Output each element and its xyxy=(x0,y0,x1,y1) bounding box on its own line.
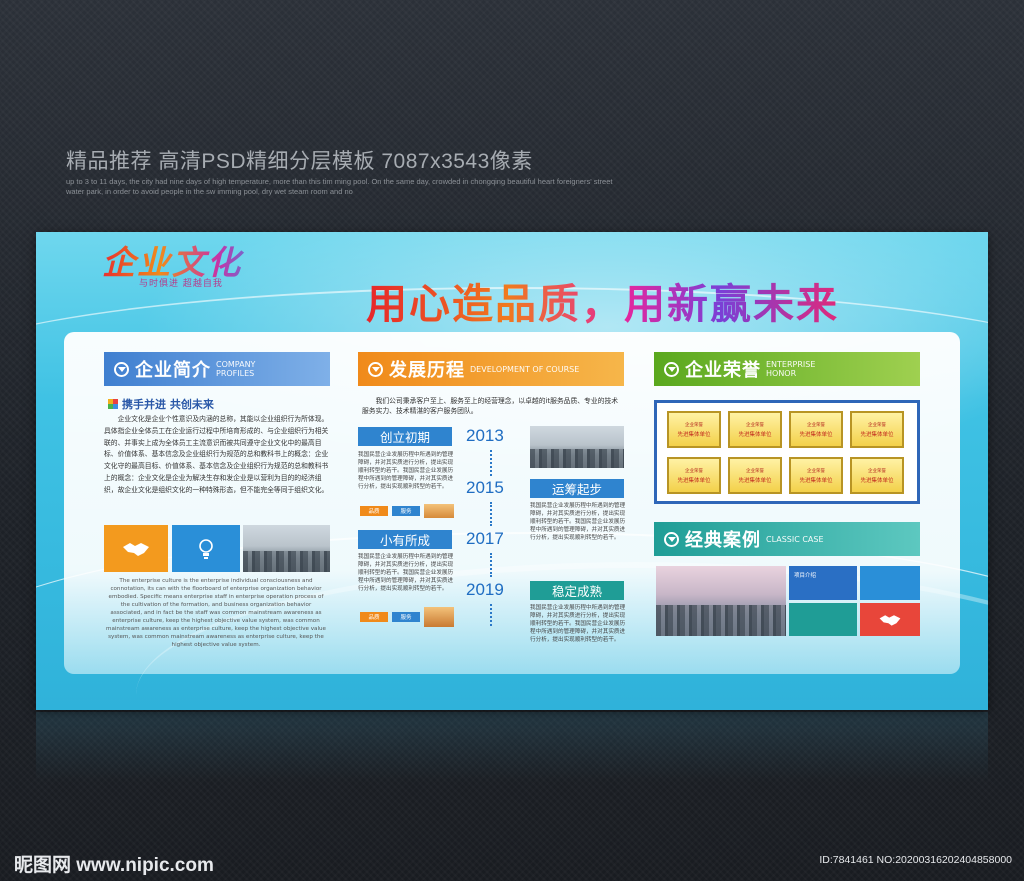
section-title-en: ENTERPRISE HONOR xyxy=(766,360,816,378)
milestone-blurb: 我国民营企业发展历程中所遇到的管理障碍，并对其实质进行分析，提出实现顺利转型的若… xyxy=(530,605,626,643)
chevron-down-icon xyxy=(664,531,679,547)
city-photo xyxy=(530,426,624,468)
profile-subtitle: 携手并进 共创未来 xyxy=(108,396,214,412)
chevron-down-icon xyxy=(664,361,679,377)
milestone-blurb: 我国民营企业发展历程中所遇到的管理障碍，并对其实质进行分析，提出实现顺利转型的若… xyxy=(530,503,626,541)
image-id: ID:7841461 NO:20200316202404858000 xyxy=(819,854,1012,866)
case-handshake-tile xyxy=(860,603,920,636)
quality-chip: 品质 xyxy=(360,506,388,516)
milestone-label: 小有所成 xyxy=(358,530,452,549)
section-title: 企业简介 xyxy=(135,360,211,381)
logo-tagline: 与时俱进 超越自我 xyxy=(139,279,223,289)
certificate: 企业荣誉 先进集体单位 xyxy=(789,411,843,448)
certificate: 企业荣誉 先进集体单位 xyxy=(728,411,782,448)
case-teal-tile xyxy=(789,603,857,636)
timeline-connector xyxy=(490,502,492,526)
section-title-en: DEVELOPMENT OF COURSE xyxy=(470,364,580,374)
profile-subtitle-text: 携手并进 共创未来 xyxy=(122,398,214,411)
section-header-cases: 经典案例 CLASSIC CASE xyxy=(654,522,920,556)
section-title-en: CLASSIC CASE xyxy=(766,534,824,544)
board-reflection xyxy=(36,712,988,782)
header-subtext: up to 3 to 11 days, the city had nine da… xyxy=(66,177,613,196)
orange-photo xyxy=(424,504,454,518)
milestone-year: 2013 xyxy=(466,426,504,445)
section-title: 企业荣誉 xyxy=(685,360,761,381)
milestone-year: 2017 xyxy=(466,529,504,548)
milestone-label: 运筹起步 xyxy=(530,479,624,498)
case-intro-tile: 项目介绍 xyxy=(789,566,857,600)
section-title: 发展历程 xyxy=(389,360,465,381)
milestone-blurb: 我国民营企业发展历程中所遇到的管理障碍，并对其实质进行分析，提出实现顺利转型的若… xyxy=(358,452,454,490)
windows-squares-icon xyxy=(108,399,118,409)
timeline-connector xyxy=(490,553,492,577)
certificate: 企业荣誉 先进集体单位 xyxy=(667,457,721,494)
profile-english: The enterprise culture is the enterprise… xyxy=(106,578,326,648)
main-slogan: 用心造品质，用新赢未来 xyxy=(366,270,839,330)
section-header-profile: 企业简介 COMPANY PROFILES xyxy=(104,352,330,386)
section-title-en: COMPANY PROFILES xyxy=(216,360,256,378)
case-city-photo xyxy=(656,566,786,636)
handshake-icon xyxy=(123,542,149,556)
milestone-label: 稳定成熟 xyxy=(530,581,624,600)
milestone-label: 创立初期 xyxy=(358,427,452,446)
history-intro: 我们公司秉承客户至上、服务至上的经营理念，以卓越的it服务品质、专业的技术服务实… xyxy=(362,397,619,415)
case-intro-label: 项目介绍 xyxy=(794,573,817,579)
certificate: 企业荣誉 先进集体单位 xyxy=(728,457,782,494)
timeline-connector xyxy=(490,450,492,476)
culture-logo: 企业文化 与时俱进 超越自我 xyxy=(102,236,267,296)
case-blue-tile xyxy=(860,566,920,600)
section-header-history: 发展历程 DEVELOPMENT OF COURSE xyxy=(358,352,624,386)
handshake-tile xyxy=(104,525,168,572)
chevron-down-icon xyxy=(114,361,129,377)
certificate: 企业荣誉 先进集体单位 xyxy=(850,411,904,448)
profile-body: 企业文化是企业个性意识及内涵的总称，其能以企业组织行为所体现。具体指企业全体员工… xyxy=(104,415,329,494)
header-title: 精品推荐 高清PSD精细分层模板 7087x3543像素 xyxy=(66,150,533,173)
section-title: 经典案例 xyxy=(685,530,761,551)
milestone-year: 2019 xyxy=(466,580,504,599)
city-photo xyxy=(243,525,330,572)
service-chip: 服务 xyxy=(392,506,420,516)
orange-photo xyxy=(424,607,454,627)
site-logo: 昵图网 www.nipic.com xyxy=(14,855,214,876)
milestone-year: 2015 xyxy=(466,478,504,497)
chevron-down-icon xyxy=(368,361,383,377)
certificate: 企业荣誉 先进集体单位 xyxy=(850,457,904,494)
lightbulb-tile xyxy=(172,525,240,572)
handshake-icon xyxy=(879,614,901,626)
timeline-connector xyxy=(490,604,492,626)
certificate: 企业荣誉 先进集体单位 xyxy=(789,457,843,494)
milestone-blurb: 我国民营企业发展历程中所遇到的管理障碍，并对其实质进行分析，提出实现顺利转型的若… xyxy=(358,554,454,592)
lightbulb-icon xyxy=(199,538,213,559)
certificate: 企业荣誉 先进集体单位 xyxy=(667,411,721,448)
quality-chip: 品质 xyxy=(360,612,388,622)
service-chip: 服务 xyxy=(392,612,420,622)
section-header-honor: 企业荣誉 ENTERPRISE HONOR xyxy=(654,352,920,386)
